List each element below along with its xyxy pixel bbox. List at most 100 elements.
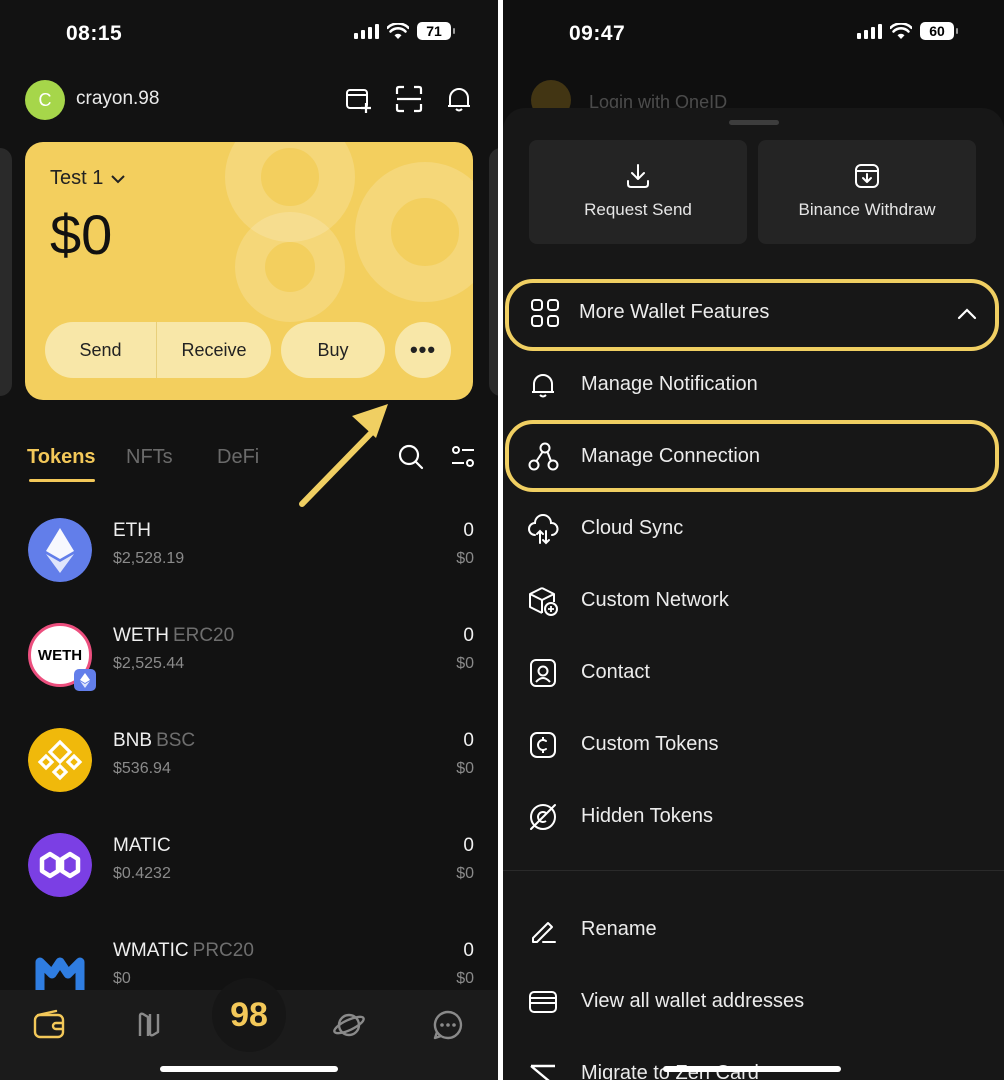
menu-label: View all wallet addresses <box>581 990 805 1012</box>
tab-tokens[interactable]: Tokens <box>27 446 96 469</box>
card-actions: Send Receive Buy ••• <box>45 322 451 378</box>
menu-item-cloud-sync[interactable]: Cloud Sync <box>503 499 1004 559</box>
withdraw-icon <box>855 164 879 188</box>
add-wallet-icon[interactable] <box>344 84 374 114</box>
token-row-eth[interactable]: ETH $2,528.19 0 $0 <box>0 518 498 608</box>
menu-item-custom-network[interactable]: Custom Network <box>503 571 1004 631</box>
token-value: $0 <box>456 760 474 777</box>
request-send-button[interactable]: Request Send <box>529 140 747 244</box>
wallet-icon[interactable] <box>32 1008 66 1042</box>
wallet-card[interactable]: Test 1 $0 Send Receive Buy ••• <box>25 142 473 400</box>
token-row-weth[interactable]: WETH WETH ERC20 $2,525.44 0 $0 <box>0 623 498 713</box>
token-symbol: MATIC <box>113 835 171 856</box>
binance-withdraw-label: Binance Withdraw <box>798 200 936 219</box>
signal-icon <box>354 23 379 39</box>
menu-item-contact[interactable]: Contact <box>503 643 1004 703</box>
migrate-icon <box>530 1064 555 1080</box>
wallet-name: Test 1 <box>50 167 104 189</box>
search-icon[interactable] <box>398 444 424 470</box>
binance-withdraw-button[interactable]: Binance Withdraw <box>758 140 976 244</box>
eth-network-badge-icon <box>74 669 96 691</box>
token-network: BSC <box>156 730 196 751</box>
wallet-card-icon <box>529 991 557 1013</box>
token-symbol: ETH <box>113 520 151 541</box>
username[interactable]: crayon.98 <box>76 88 159 110</box>
token-symbol: WETH <box>113 625 169 646</box>
wallet-selector[interactable]: Test 1 <box>50 167 126 190</box>
token-network: PRC20 <box>192 940 254 961</box>
cube-add-icon <box>529 587 558 616</box>
bottom-sheet: Request Send Binance Withdraw More Walle… <box>503 108 1004 1080</box>
card-watermark <box>355 162 473 302</box>
hidden-icon <box>530 804 556 830</box>
chevron-down-icon <box>111 174 126 183</box>
coin-icon <box>530 732 556 758</box>
menu-item-custom-tokens[interactable]: Custom Tokens <box>503 715 1004 775</box>
status-time: 08:15 <box>66 22 123 45</box>
home-indicator <box>160 1066 338 1072</box>
menu-item-view-all-wallet-addresses[interactable]: View all wallet addresses <box>503 972 1004 1032</box>
sheet-grabber[interactable] <box>729 120 779 125</box>
bnb-logo-icon <box>28 728 92 792</box>
menu-divider <box>503 870 1004 871</box>
menu-item-hidden-tokens[interactable]: Hidden Tokens <box>503 787 1004 847</box>
token-value: $0 <box>456 970 474 987</box>
tab-nfts[interactable]: NFTs <box>126 446 173 469</box>
active-tab-indicator <box>29 479 95 482</box>
menu-item-rename[interactable]: Rename <box>503 900 1004 960</box>
wifi-icon <box>890 22 912 39</box>
token-price: $0.4232 <box>113 865 171 882</box>
token-amount: 0 <box>463 730 474 751</box>
menu-label: Contact <box>581 661 650 683</box>
avatar[interactable]: C <box>25 80 65 120</box>
home-logo-button[interactable]: 98 <box>212 978 286 1052</box>
card-watermark <box>235 212 345 322</box>
bell-icon <box>532 374 554 398</box>
send-button[interactable]: Send <box>45 322 157 378</box>
next-card-peek[interactable] <box>489 148 498 396</box>
token-value: $0 <box>456 550 474 567</box>
matic-logo-icon <box>28 833 92 897</box>
left-screen: 08:15 71 C crayon.98 Test 1 $0 Send Rece… <box>0 0 498 1080</box>
request-send-label: Request Send <box>584 200 692 219</box>
contact-icon <box>530 659 556 687</box>
menu-label: Rename <box>581 918 657 940</box>
token-price: $0 <box>113 970 131 987</box>
menu-item-migrate-zen-card[interactable]: Migrate to Zen Card <box>503 1044 1004 1080</box>
token-amount: 0 <box>463 835 474 856</box>
tab-defi[interactable]: DeFi <box>217 446 259 469</box>
token-network: ERC20 <box>172 625 235 646</box>
menu-item-manage-notification[interactable]: Manage Notification <box>503 355 1004 415</box>
battery-indicator: 60 <box>920 22 958 40</box>
wallet-balance: $0 <box>50 203 113 266</box>
menu-label: Manage Notification <box>581 373 758 395</box>
token-row-matic[interactable]: MATIC $0.4232 0 $0 <box>0 833 498 923</box>
token-row-bnb[interactable]: BNB BSC $536.94 0 $0 <box>0 728 498 818</box>
menu-label: Cloud Sync <box>581 517 684 539</box>
token-symbol: WMATIC <box>113 940 189 961</box>
token-amount: 0 <box>463 625 474 646</box>
wifi-icon <box>387 22 409 39</box>
scan-icon[interactable] <box>394 84 424 114</box>
menu-label: Custom Tokens <box>581 733 719 755</box>
token-amount: 0 <box>463 520 474 541</box>
more-options-button[interactable]: ••• <box>395 322 451 378</box>
status-time: 09:47 <box>569 22 626 45</box>
receive-button[interactable]: Receive <box>157 322 271 378</box>
discover-planet-icon[interactable] <box>332 1008 366 1042</box>
token-amount: 0 <box>463 940 474 961</box>
token-value: $0 <box>456 655 474 672</box>
right-screen: 09:47 60 Login with OneID Request Send B… <box>503 0 1004 1080</box>
filter-icon[interactable] <box>450 444 476 470</box>
swap-icon[interactable] <box>132 1008 166 1042</box>
prev-card-peek[interactable] <box>0 148 12 396</box>
chat-icon[interactable] <box>431 1008 465 1042</box>
token-symbol: BNB <box>113 730 153 751</box>
buy-button[interactable]: Buy <box>281 322 385 378</box>
token-price: $2,525.44 <box>113 655 185 672</box>
cloud-sync-icon <box>528 514 559 545</box>
menu-label: Custom Network <box>581 589 729 611</box>
status-icons: 71 <box>354 22 455 40</box>
annotation-arrow <box>299 404 388 507</box>
bell-icon[interactable] <box>444 84 474 114</box>
